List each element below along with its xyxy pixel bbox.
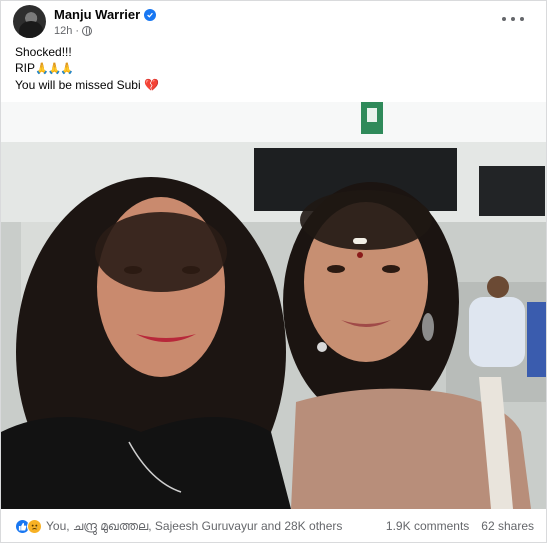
post-header: Manju Warrier 12h · (13, 5, 536, 39)
post-timestamp[interactable]: 12h (54, 25, 72, 37)
pray-emoji: 🙏🙏🙏 (35, 63, 74, 75)
verified-badge-icon (144, 8, 157, 21)
more-options-icon[interactable] (502, 11, 524, 27)
post-line-3: You will be missed Subi 💔 (15, 77, 159, 93)
reactions-icons[interactable] (15, 518, 42, 534)
author-avatar[interactable] (13, 5, 46, 38)
dot-separator: · (75, 25, 80, 37)
comments-count[interactable]: 1.9K comments (386, 519, 469, 533)
author-row: Manju Warrier (54, 7, 157, 22)
engagement-counts: 1.9K comments 62 shares (386, 519, 534, 533)
post-photo[interactable] (1, 102, 546, 509)
post-line-3-text: You will be missed Subi (15, 78, 141, 92)
post-line-2-text: RIP (15, 61, 36, 75)
shares-count[interactable]: 62 shares (481, 519, 534, 533)
globe-icon[interactable] (82, 26, 93, 36)
author-name[interactable]: Manju Warrier (54, 7, 140, 22)
post-text: Shocked!!! RIP🙏🙏🙏 You will be missed Sub… (15, 44, 159, 93)
broken-heart-emoji: 💔 (143, 78, 159, 92)
reactions-summary[interactable]: You, ചന്ദ്രു മുഖത്തല, Sajeesh Guruvayur … (46, 519, 342, 534)
post-card: Manju Warrier 12h · Shocked!!! RIP🙏🙏🙏 Yo… (0, 0, 547, 543)
post-line-2: RIP🙏🙏🙏 (15, 60, 159, 77)
post-line-1: Shocked!!! (15, 45, 72, 59)
sad-reaction-icon (27, 518, 42, 534)
photo-illustration (1, 102, 546, 509)
post-meta: 12h · (54, 25, 93, 37)
post-footer: You, ചന്ദ്രു മുഖത്തല, Sajeesh Guruvayur … (1, 510, 546, 542)
